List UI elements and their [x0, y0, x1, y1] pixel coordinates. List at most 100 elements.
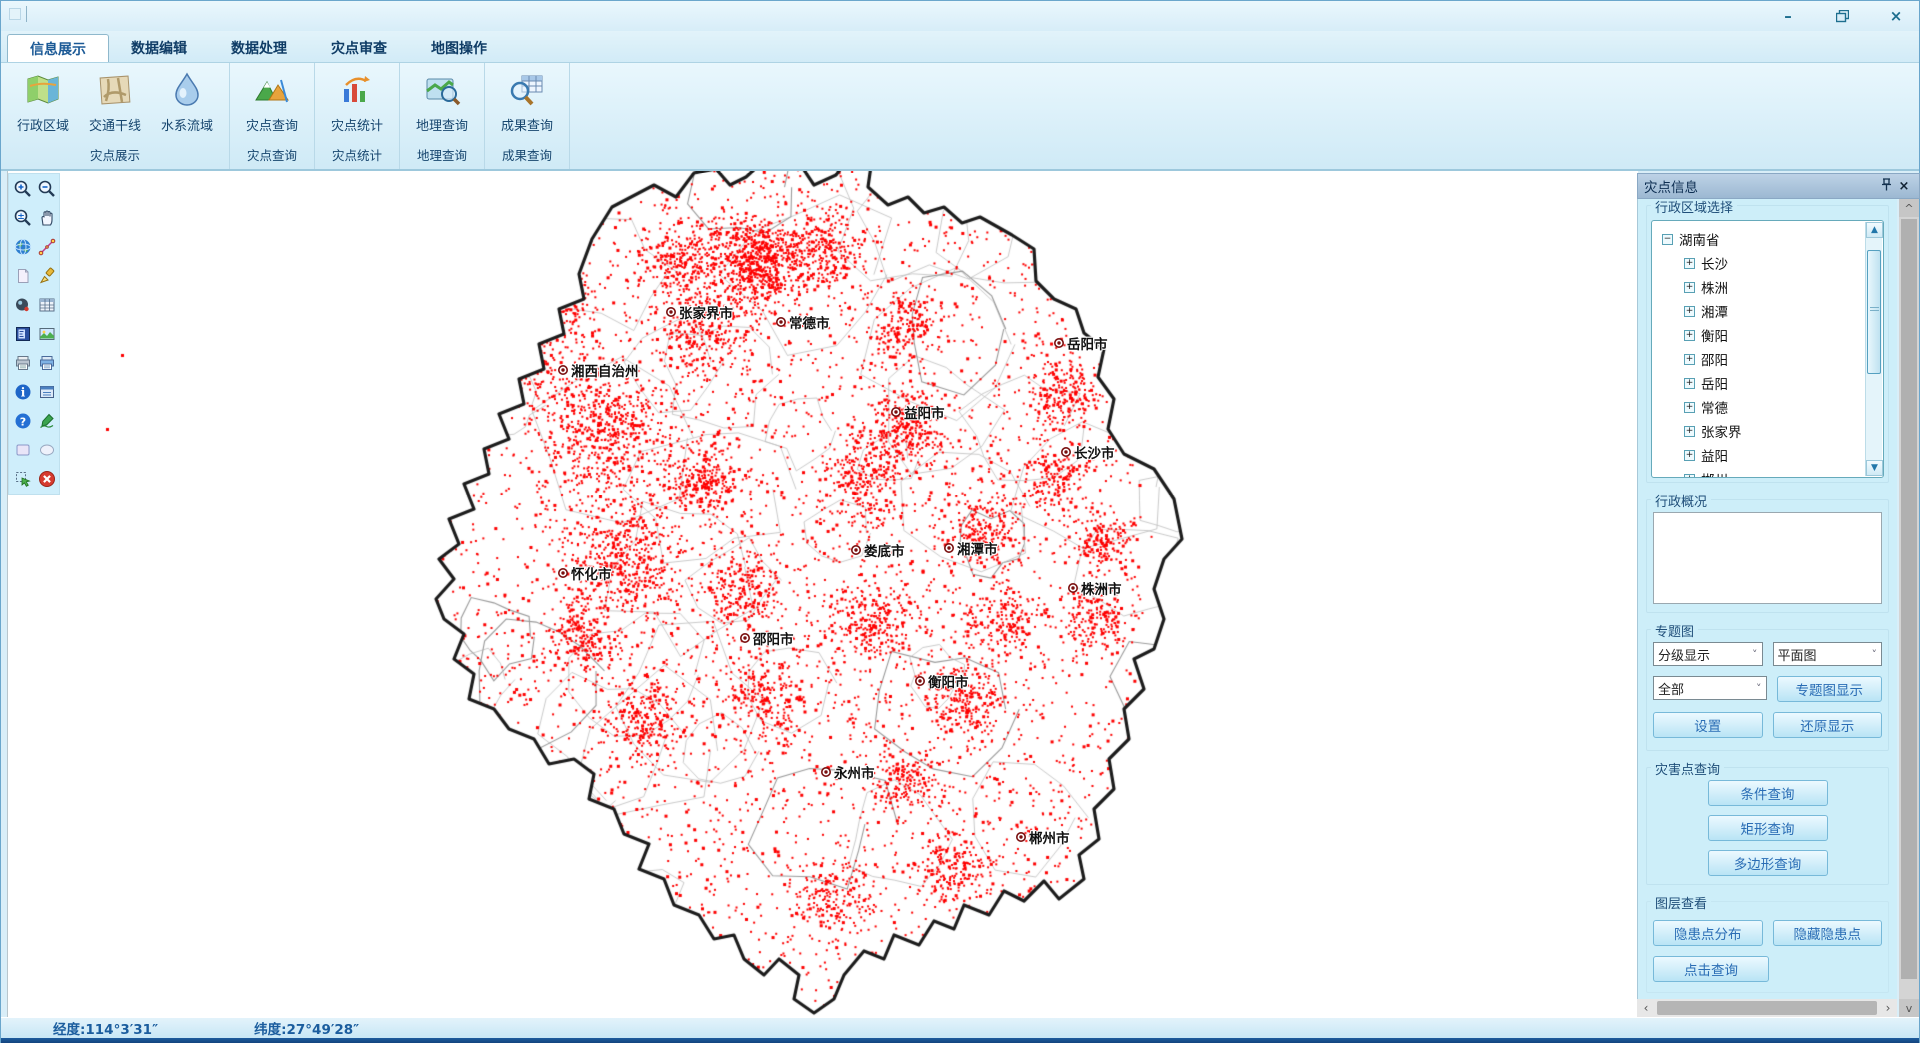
region-select-label: 行政区域选择: [1651, 199, 1737, 216]
query-button-矩形查询[interactable]: 矩形查询: [1708, 815, 1828, 841]
tree-item-岳阳[interactable]: + 岳阳: [1662, 371, 1863, 395]
ellipse-icon[interactable]: [36, 439, 58, 461]
measure-icon[interactable]: [36, 236, 58, 258]
restore-display-button[interactable]: 还原显示: [1773, 712, 1883, 738]
ribbon-button-灾点查询[interactable]: 灾点查询: [236, 67, 308, 143]
tree-scroll-down-icon[interactable]: ▼: [1866, 460, 1883, 476]
scroll-right-icon[interactable]: ›: [1879, 1001, 1897, 1015]
restore-button[interactable]: [1829, 5, 1855, 27]
image-icon[interactable]: [36, 323, 58, 345]
tab-灾点审查[interactable]: 灾点审查: [309, 34, 409, 62]
tree-item-label: 岳阳: [1701, 373, 1728, 393]
minimize-button[interactable]: –: [1775, 5, 1801, 27]
ribbon-button-交通干线[interactable]: 交通干线: [79, 67, 151, 143]
collapse-icon[interactable]: −: [1662, 234, 1673, 245]
click-query-button[interactable]: 点击查询: [1653, 956, 1769, 982]
scroll-left-icon[interactable]: ‹: [1637, 1001, 1655, 1015]
info-icon[interactable]: i: [12, 381, 34, 403]
settings-button[interactable]: 设置: [1653, 712, 1763, 738]
ribbon-button-行政区域[interactable]: 行政区域: [7, 67, 79, 143]
window-icon[interactable]: [36, 381, 58, 403]
pin-icon[interactable]: [1877, 178, 1895, 195]
expand-icon[interactable]: +: [1684, 330, 1695, 341]
grid-icon[interactable]: [36, 294, 58, 316]
titlebar: – ×: [1, 1, 1919, 31]
rectangle-icon[interactable]: [12, 439, 34, 461]
panel-horizontal-scrollbar[interactable]: ‹ ›: [1637, 999, 1897, 1017]
expand-icon[interactable]: +: [1684, 354, 1695, 365]
tree-scroll-up-icon[interactable]: ▲: [1866, 222, 1883, 238]
panel-vertical-scrollbar[interactable]: ^ v: [1899, 199, 1919, 1017]
ribbon-button-地理查询[interactable]: 地理查询: [406, 67, 478, 143]
layers-icon[interactable]: [12, 323, 34, 345]
ribbon-tab-bar: 信息展示数据编辑数据处理灾点审查地图操作: [1, 31, 1919, 63]
select-icon[interactable]: [12, 468, 34, 490]
ribbon-button-水系流域[interactable]: 水系流域: [151, 67, 223, 143]
scroll-up-icon[interactable]: ^: [1899, 199, 1919, 217]
tree-item-湖南省[interactable]: −湖南省: [1662, 227, 1863, 251]
eye-icon[interactable]: [12, 294, 34, 316]
expand-icon[interactable]: +: [1684, 306, 1695, 317]
expand-icon[interactable]: +: [1684, 474, 1695, 479]
scroll-down-icon[interactable]: v: [1899, 999, 1919, 1017]
hide-hazard-button[interactable]: 隐藏隐患点: [1773, 920, 1883, 946]
tree-item-郴州[interactable]: +郴州: [1662, 467, 1863, 478]
print-preview-icon[interactable]: [36, 352, 58, 374]
expand-icon[interactable]: +: [1684, 402, 1695, 413]
tree-item-湘潭[interactable]: +湘潭: [1662, 299, 1863, 323]
hazard-distribution-button[interactable]: 隐患点分布: [1653, 920, 1763, 946]
page-icon[interactable]: [12, 265, 34, 287]
ribbon-button-灾点统计[interactable]: 灾点统计: [321, 67, 393, 143]
thematic-type-select[interactable]: 平面图 ˅: [1773, 642, 1883, 666]
tab-数据编辑[interactable]: 数据编辑: [109, 34, 209, 62]
tree-scrollbar[interactable]: ▲ ▼: [1865, 222, 1882, 476]
chevron-down-icon: ˅: [1756, 682, 1762, 695]
expand-icon[interactable]: +: [1684, 282, 1695, 293]
tree-item-益阳[interactable]: +益阳: [1662, 443, 1863, 467]
print-icon[interactable]: [12, 352, 34, 374]
region-tree: −湖南省+长沙+株洲+湘潭+衡阳+邵阳+岳阳+常德+张家界+益阳+郴州 ▲ ▼: [1651, 220, 1884, 478]
ribbon-button-label: 交通干线: [89, 115, 141, 134]
close-button[interactable]: ×: [1883, 5, 1909, 27]
thematic-level-select[interactable]: 分级显示 ˅: [1653, 642, 1763, 666]
thematic-label: 专题图: [1651, 621, 1698, 640]
tree-scroll-thumb[interactable]: [1867, 250, 1881, 374]
ribbon-group-灾点查询: 灾点查询灾点查询: [230, 63, 315, 169]
zoom-extent-icon[interactable]: ±: [12, 207, 34, 229]
zoom-out-icon[interactable]: [36, 178, 58, 200]
panel-close-icon[interactable]: ×: [1895, 179, 1913, 194]
map-canvas[interactable]: [8, 171, 1638, 1017]
expand-icon[interactable]: +: [1684, 450, 1695, 461]
thematic-show-button[interactable]: 专题图显示: [1777, 676, 1883, 702]
expand-icon[interactable]: +: [1684, 258, 1695, 269]
expand-icon[interactable]: +: [1684, 426, 1695, 437]
tree-item-长沙[interactable]: +长沙: [1662, 251, 1863, 275]
overview-textarea[interactable]: [1653, 512, 1882, 604]
disaster-info-panel: 行政区域选择 −湖南省+长沙+株洲+湘潭+衡阳+邵阳+岳阳+常德+张家界+益阳+…: [1637, 199, 1897, 999]
tab-信息展示[interactable]: 信息展示: [7, 34, 109, 62]
tab-数据处理[interactable]: 数据处理: [209, 34, 309, 62]
zoom-in-icon[interactable]: [12, 178, 34, 200]
brush-icon[interactable]: [36, 265, 58, 287]
thematic-scope-select[interactable]: 全部 ˅: [1653, 676, 1767, 700]
signature-icon[interactable]: [36, 410, 58, 432]
query-button-多边形查询[interactable]: 多边形查询: [1708, 850, 1828, 876]
tree-item-常德[interactable]: +常德: [1662, 395, 1863, 419]
tree-item-张家界[interactable]: +张家界: [1662, 419, 1863, 443]
mountain-icon: [253, 71, 291, 109]
tree-item-邵阳[interactable]: +邵阳: [1662, 347, 1863, 371]
pan-icon[interactable]: [36, 207, 58, 229]
chevron-down-icon: ˅: [1752, 648, 1758, 661]
vscroll-thumb[interactable]: [1901, 219, 1917, 979]
globe-icon[interactable]: [12, 236, 34, 258]
tab-地图操作[interactable]: 地图操作: [409, 34, 509, 62]
help-icon[interactable]: ?: [12, 410, 34, 432]
tree-item-株洲[interactable]: +株洲: [1662, 275, 1863, 299]
ribbon-button-成果查询[interactable]: 成果查询: [491, 67, 563, 143]
hscroll-thumb[interactable]: [1657, 1001, 1877, 1015]
map-viewport[interactable]: 张家界市常德市岳阳市湘西自治州益阳市长沙市娄底市湘潭市株洲市怀化市邵阳市衡阳市永…: [7, 171, 1637, 1017]
expand-icon[interactable]: +: [1684, 378, 1695, 389]
tree-item-衡阳[interactable]: +衡阳: [1662, 323, 1863, 347]
query-button-条件查询[interactable]: 条件查询: [1708, 780, 1828, 806]
delete-icon[interactable]: [36, 468, 58, 490]
